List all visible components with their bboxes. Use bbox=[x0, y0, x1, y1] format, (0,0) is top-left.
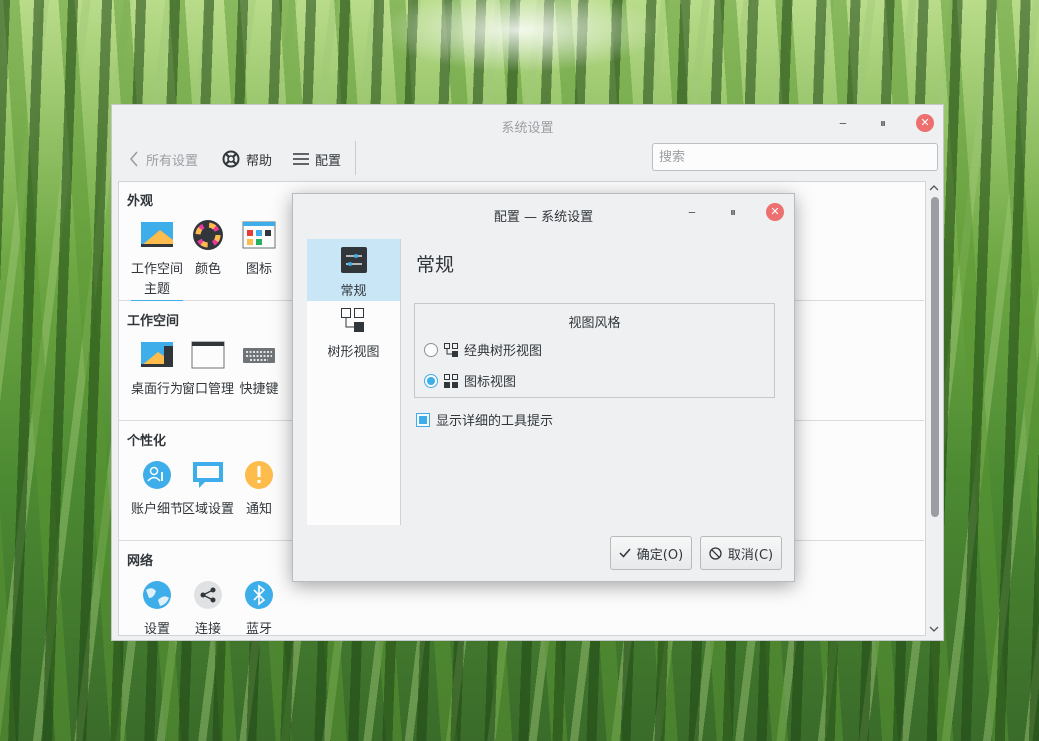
notification-icon bbox=[245, 461, 273, 489]
sidebar-item-tree-view[interactable]: 树形视图 bbox=[307, 303, 400, 365]
item-label: 设置 bbox=[143, 622, 170, 636]
config-button[interactable]: 配置 bbox=[293, 149, 341, 169]
chevron-left-icon bbox=[129, 151, 138, 167]
chevron-up-icon[interactable] bbox=[927, 183, 941, 193]
item-label: 图标 bbox=[245, 262, 272, 277]
back-label: 所有设置 bbox=[146, 153, 199, 169]
window-management-icon bbox=[191, 341, 225, 369]
checkbox-label: 显示详细的工具提示 bbox=[436, 414, 554, 429]
section-title: 个性化 bbox=[127, 434, 167, 449]
detailed-tooltips-checkbox[interactable] bbox=[416, 412, 430, 427]
share-icon bbox=[194, 581, 222, 609]
radio-label: 经典树形视图 bbox=[464, 344, 543, 359]
cancel-icon bbox=[709, 546, 722, 560]
item-label: 通知 bbox=[245, 502, 272, 517]
main-window-title: 系统设置 bbox=[501, 121, 554, 136]
cancel-label: 取消(C) bbox=[727, 547, 774, 563]
toolbar: 所有设置 帮助 配置 bbox=[112, 139, 943, 177]
close-icon[interactable]: ✕ bbox=[916, 114, 934, 132]
item-window-management[interactable]: 窗口管理 bbox=[182, 338, 234, 400]
ok-button[interactable]: 确定(O) bbox=[610, 536, 692, 570]
lifebuoy-icon bbox=[222, 150, 240, 168]
radio-button[interactable] bbox=[424, 342, 438, 357]
item-desktop-behavior[interactable]: 桌面行为 bbox=[131, 338, 183, 400]
regional-settings-icon bbox=[193, 462, 223, 488]
item-label: 颜色 bbox=[194, 262, 221, 277]
tree-view-icon bbox=[340, 308, 364, 332]
scrollbar-thumb[interactable] bbox=[931, 197, 939, 517]
ok-label: 确定(O) bbox=[636, 547, 684, 563]
item-regional-settings[interactable]: 区域设置 bbox=[182, 458, 234, 520]
radio-classic-tree-view[interactable]: 经典树形视图 bbox=[424, 340, 542, 359]
colors-icon bbox=[193, 220, 223, 250]
vertical-scrollbar[interactable] bbox=[927, 181, 941, 636]
minimize-icon[interactable]: ‒ bbox=[834, 114, 852, 132]
page-title: 常规 bbox=[416, 254, 455, 276]
dialog-sidebar: 常规 树形视图 bbox=[307, 239, 401, 525]
checkmark-icon bbox=[619, 548, 631, 558]
chevron-down-icon[interactable] bbox=[927, 624, 941, 634]
help-label: 帮助 bbox=[246, 153, 273, 169]
bluetooth-icon bbox=[245, 581, 273, 609]
radio-button-checked[interactable] bbox=[424, 373, 438, 388]
minimize-icon[interactable]: ‒ bbox=[683, 203, 701, 221]
item-label: 区域设置 bbox=[182, 502, 235, 517]
search-input[interactable] bbox=[652, 143, 938, 171]
section-title: 网络 bbox=[127, 554, 154, 569]
config-dialog: 配置 — 系统设置 ‒ ⏸ ✕ 常规 树形视图 常规 视图风格 经典树形视图 图… bbox=[292, 193, 795, 582]
user-account-icon bbox=[143, 461, 171, 489]
icons-icon bbox=[242, 221, 276, 249]
sidebar-item-label: 常规 bbox=[340, 284, 367, 299]
item-notifications[interactable]: 通知 bbox=[233, 458, 285, 520]
item-icons[interactable]: 图标 bbox=[233, 218, 285, 280]
item-label: 窗口管理 bbox=[182, 382, 235, 397]
item-label: 快捷键 bbox=[239, 382, 279, 397]
item-account-details[interactable]: 账户细节 bbox=[131, 458, 183, 520]
desktop-behavior-icon bbox=[141, 342, 173, 367]
sidebar-item-general[interactable]: 常规 bbox=[307, 239, 400, 301]
detailed-tooltips-checkbox-row[interactable]: 显示详细的工具提示 bbox=[416, 410, 553, 429]
radio-icon-view[interactable]: 图标视图 bbox=[424, 371, 516, 390]
item-bluetooth[interactable]: 蓝牙 bbox=[233, 578, 285, 636]
item-label: 蓝牙 bbox=[245, 622, 272, 636]
back-button[interactable]: 所有设置 bbox=[128, 149, 198, 169]
item-connections[interactable]: 连接 bbox=[182, 578, 234, 636]
item-network-settings[interactable]: 设置 bbox=[131, 578, 183, 636]
keyboard-icon bbox=[243, 348, 275, 363]
item-label: 账户细节 bbox=[131, 502, 184, 517]
item-workspace-theme[interactable]: 工作空间主题 bbox=[131, 218, 183, 301]
sidebar-item-label: 树形视图 bbox=[327, 345, 380, 360]
maximize-icon[interactable]: ⏸ bbox=[874, 114, 892, 132]
help-button[interactable]: 帮助 bbox=[222, 149, 272, 169]
item-colors[interactable]: 颜色 bbox=[182, 218, 234, 280]
config-label: 配置 bbox=[315, 153, 342, 169]
workspace-theme-icon bbox=[141, 222, 173, 247]
hamburger-menu-icon bbox=[293, 153, 309, 165]
item-label: 工作空间主题 bbox=[131, 260, 183, 301]
toolbar-separator bbox=[355, 141, 356, 175]
cancel-button[interactable]: 取消(C) bbox=[700, 536, 782, 570]
view-style-group: 视图风格 经典树形视图 图标视图 bbox=[414, 303, 775, 398]
view-style-title: 视图风格 bbox=[568, 316, 621, 331]
close-icon[interactable]: ✕ bbox=[766, 203, 784, 221]
general-settings-icon bbox=[340, 247, 367, 273]
item-label: 连接 bbox=[194, 622, 221, 636]
item-label: 桌面行为 bbox=[131, 382, 184, 397]
globe-icon bbox=[143, 581, 171, 609]
item-shortcuts[interactable]: 快捷键 bbox=[233, 338, 285, 400]
radio-label: 图标视图 bbox=[464, 375, 517, 390]
section-title: 工作空间 bbox=[127, 314, 180, 329]
tree-view-icon bbox=[444, 342, 458, 357]
section-title: 外观 bbox=[127, 194, 154, 209]
icon-view-icon bbox=[444, 373, 458, 388]
maximize-icon[interactable]: ⏸ bbox=[724, 203, 742, 221]
dialog-title: 配置 — 系统设置 bbox=[493, 210, 594, 225]
